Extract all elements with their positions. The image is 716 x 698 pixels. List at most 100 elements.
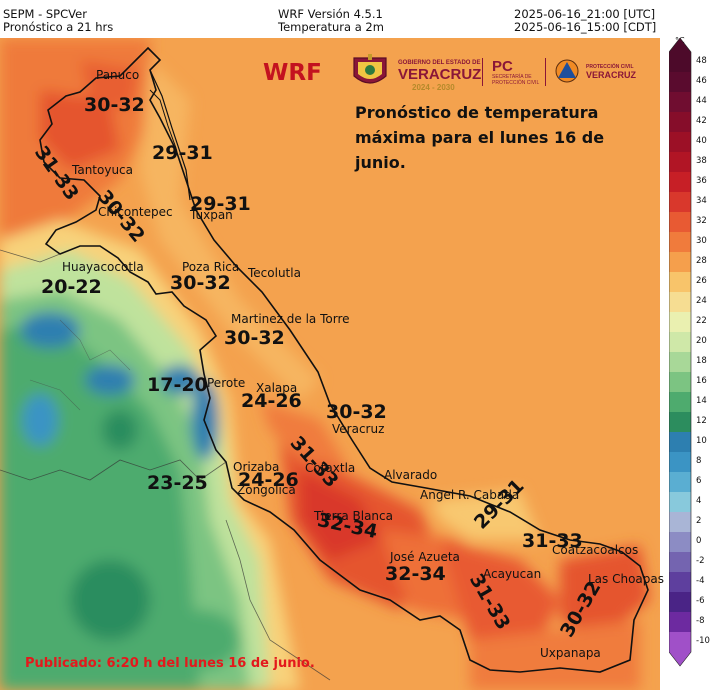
colorbar-segment <box>669 212 691 233</box>
range-tuxpan: 29-31 <box>190 193 251 215</box>
colorbar-tick-label: 26 <box>696 276 707 286</box>
colorbar-segment <box>669 612 691 633</box>
colorbar-segment <box>669 472 691 493</box>
colorbar-bottom-arrow <box>669 652 691 666</box>
colorbar-segment <box>669 292 691 313</box>
range-martinez: 30-32 <box>224 327 285 349</box>
colorbar-segment <box>669 572 691 593</box>
logo-divider <box>482 58 483 86</box>
logo-divider-2 <box>545 58 546 86</box>
colorbar-tick-label: 20 <box>696 336 707 346</box>
colorbar-tick-label: 28 <box>696 256 707 266</box>
colorbar-tick-label: -6 <box>696 596 705 606</box>
colorbar-tick-label: 42 <box>696 116 707 126</box>
colorbar-segment <box>669 232 691 253</box>
colorbar-segment <box>669 492 691 513</box>
colorbar-top-arrow <box>669 38 691 52</box>
forecast-lead-label: Pronóstico a 21 hrs <box>3 20 114 34</box>
colorbar-segment <box>669 192 691 213</box>
colorbar-tick-label: 14 <box>696 396 707 406</box>
colorbar-segment <box>669 272 691 293</box>
range-xalapa: 24-26 <box>241 390 302 412</box>
colorbar-tick-label: 24 <box>696 296 707 306</box>
model-source-label: SEPM - SPCVer <box>3 7 87 21</box>
colorbar-tick-label: -10 <box>696 636 710 646</box>
veracruz-gov-name: VERACRUZ <box>398 66 482 83</box>
pc-logo-text: PC <box>492 58 513 75</box>
place-panuco: Panuco <box>96 68 140 82</box>
place-alvarado: Alvarado <box>384 468 438 482</box>
range-panuco: 30-32 <box>84 94 145 116</box>
veracruz-shield-icon <box>353 54 387 84</box>
place-veracruz: Veracruz <box>332 422 385 436</box>
place-perote: Perote <box>207 376 246 390</box>
colorbar-segment <box>669 372 691 393</box>
model-version-label: WRF Versión 4.5.1 <box>278 7 383 21</box>
colorbar-segment <box>669 592 691 613</box>
colorbar-segment <box>669 432 691 453</box>
pc-state-name: VERACRUZ <box>586 70 637 80</box>
range-huayacocotla: 20-22 <box>41 276 102 298</box>
colorbar-tick-label: 8 <box>696 456 702 466</box>
colorbar-tick-label: 22 <box>696 316 707 326</box>
range-tuxpan-north: 29-31 <box>152 142 213 164</box>
colorbar-tick-label: -4 <box>696 576 705 586</box>
range-jose-azueta: 32-34 <box>385 563 446 585</box>
colorbar-tick-label: -2 <box>696 556 705 566</box>
colorbar-tick-label: 34 <box>696 196 707 206</box>
colorbar-segment <box>669 512 691 533</box>
colorbar-segment <box>669 172 691 193</box>
colorbar-segment <box>669 132 691 153</box>
colorbar-segment <box>669 392 691 413</box>
colorbar-tick-label: 46 <box>696 76 707 86</box>
colorbar-segment <box>669 332 691 353</box>
colorbar-segment <box>669 72 691 93</box>
colorbar-segment <box>669 532 691 553</box>
variable-label: Temperatura a 2m <box>278 20 384 34</box>
place-tecolutla: Tecolutla <box>248 266 301 280</box>
range-poza-rica: 30-32 <box>170 272 231 294</box>
colorbar-tick-label: 30 <box>696 236 707 246</box>
veracruz-gov-years: 2024 - 2030 <box>412 83 455 92</box>
valid-time-utc: 2025-06-16_21:00 [UTC] <box>514 7 656 21</box>
colorbar-tick-label: 16 <box>696 376 707 386</box>
colorbar-segment <box>669 632 691 653</box>
range-zongolica: 24-26 <box>238 469 299 491</box>
civil-protection-icon <box>555 59 579 83</box>
colorbar-segment <box>669 412 691 433</box>
place-jose-azueta: José Azueta <box>390 550 460 564</box>
colorbar-segment <box>669 252 691 273</box>
colorbar <box>669 38 692 667</box>
colorbar-tick-label: 32 <box>696 216 707 226</box>
colorbar-tick-label: 44 <box>696 96 707 106</box>
colorbar-tick-label: 38 <box>696 156 707 166</box>
place-huayacocotla: Huayacocotla <box>62 260 144 274</box>
colorbar-segment <box>669 92 691 113</box>
colorbar-tick-label: 0 <box>696 536 702 546</box>
published-label: Publicado: 6:20 h del lunes 16 de junio. <box>25 656 315 671</box>
colorbar-tick-label: -8 <box>696 616 705 626</box>
place-tantoyuca: Tantoyuca <box>72 163 134 177</box>
colorbar-tick-label: 2 <box>696 516 702 526</box>
colorbar-tick-label: 40 <box>696 136 707 146</box>
colorbar-tick-label: 36 <box>696 176 707 186</box>
colorbar-tick-label: 10 <box>696 436 707 446</box>
range-veracruz: 30-32 <box>326 401 387 423</box>
colorbar-tick-label: 6 <box>696 476 702 486</box>
colorbar-segment <box>669 112 691 133</box>
valid-time-cdt: 2025-06-16_15:00 [CDT] <box>514 20 657 34</box>
forecast-note: Pronóstico de temperatura máxima para el… <box>355 103 605 172</box>
colorbar-segment <box>669 152 691 173</box>
colorbar-segment <box>669 352 691 373</box>
colorbar-tick-label: 4 <box>696 496 702 506</box>
place-acayucan: Acayucan <box>483 567 542 581</box>
colorbar-tick-label: 12 <box>696 416 707 426</box>
range-orizaba: 23-25 <box>147 472 208 494</box>
colorbar-segment <box>669 312 691 333</box>
colorbar-segment <box>669 452 691 473</box>
wrf-logo: WRF <box>263 60 322 86</box>
colorbar-tick-label: 18 <box>696 356 707 366</box>
place-martinez: Martinez de la Torre <box>231 312 350 326</box>
range-perote: 17-20 <box>147 374 208 396</box>
colorbar-tick-label: 48 <box>696 56 707 66</box>
